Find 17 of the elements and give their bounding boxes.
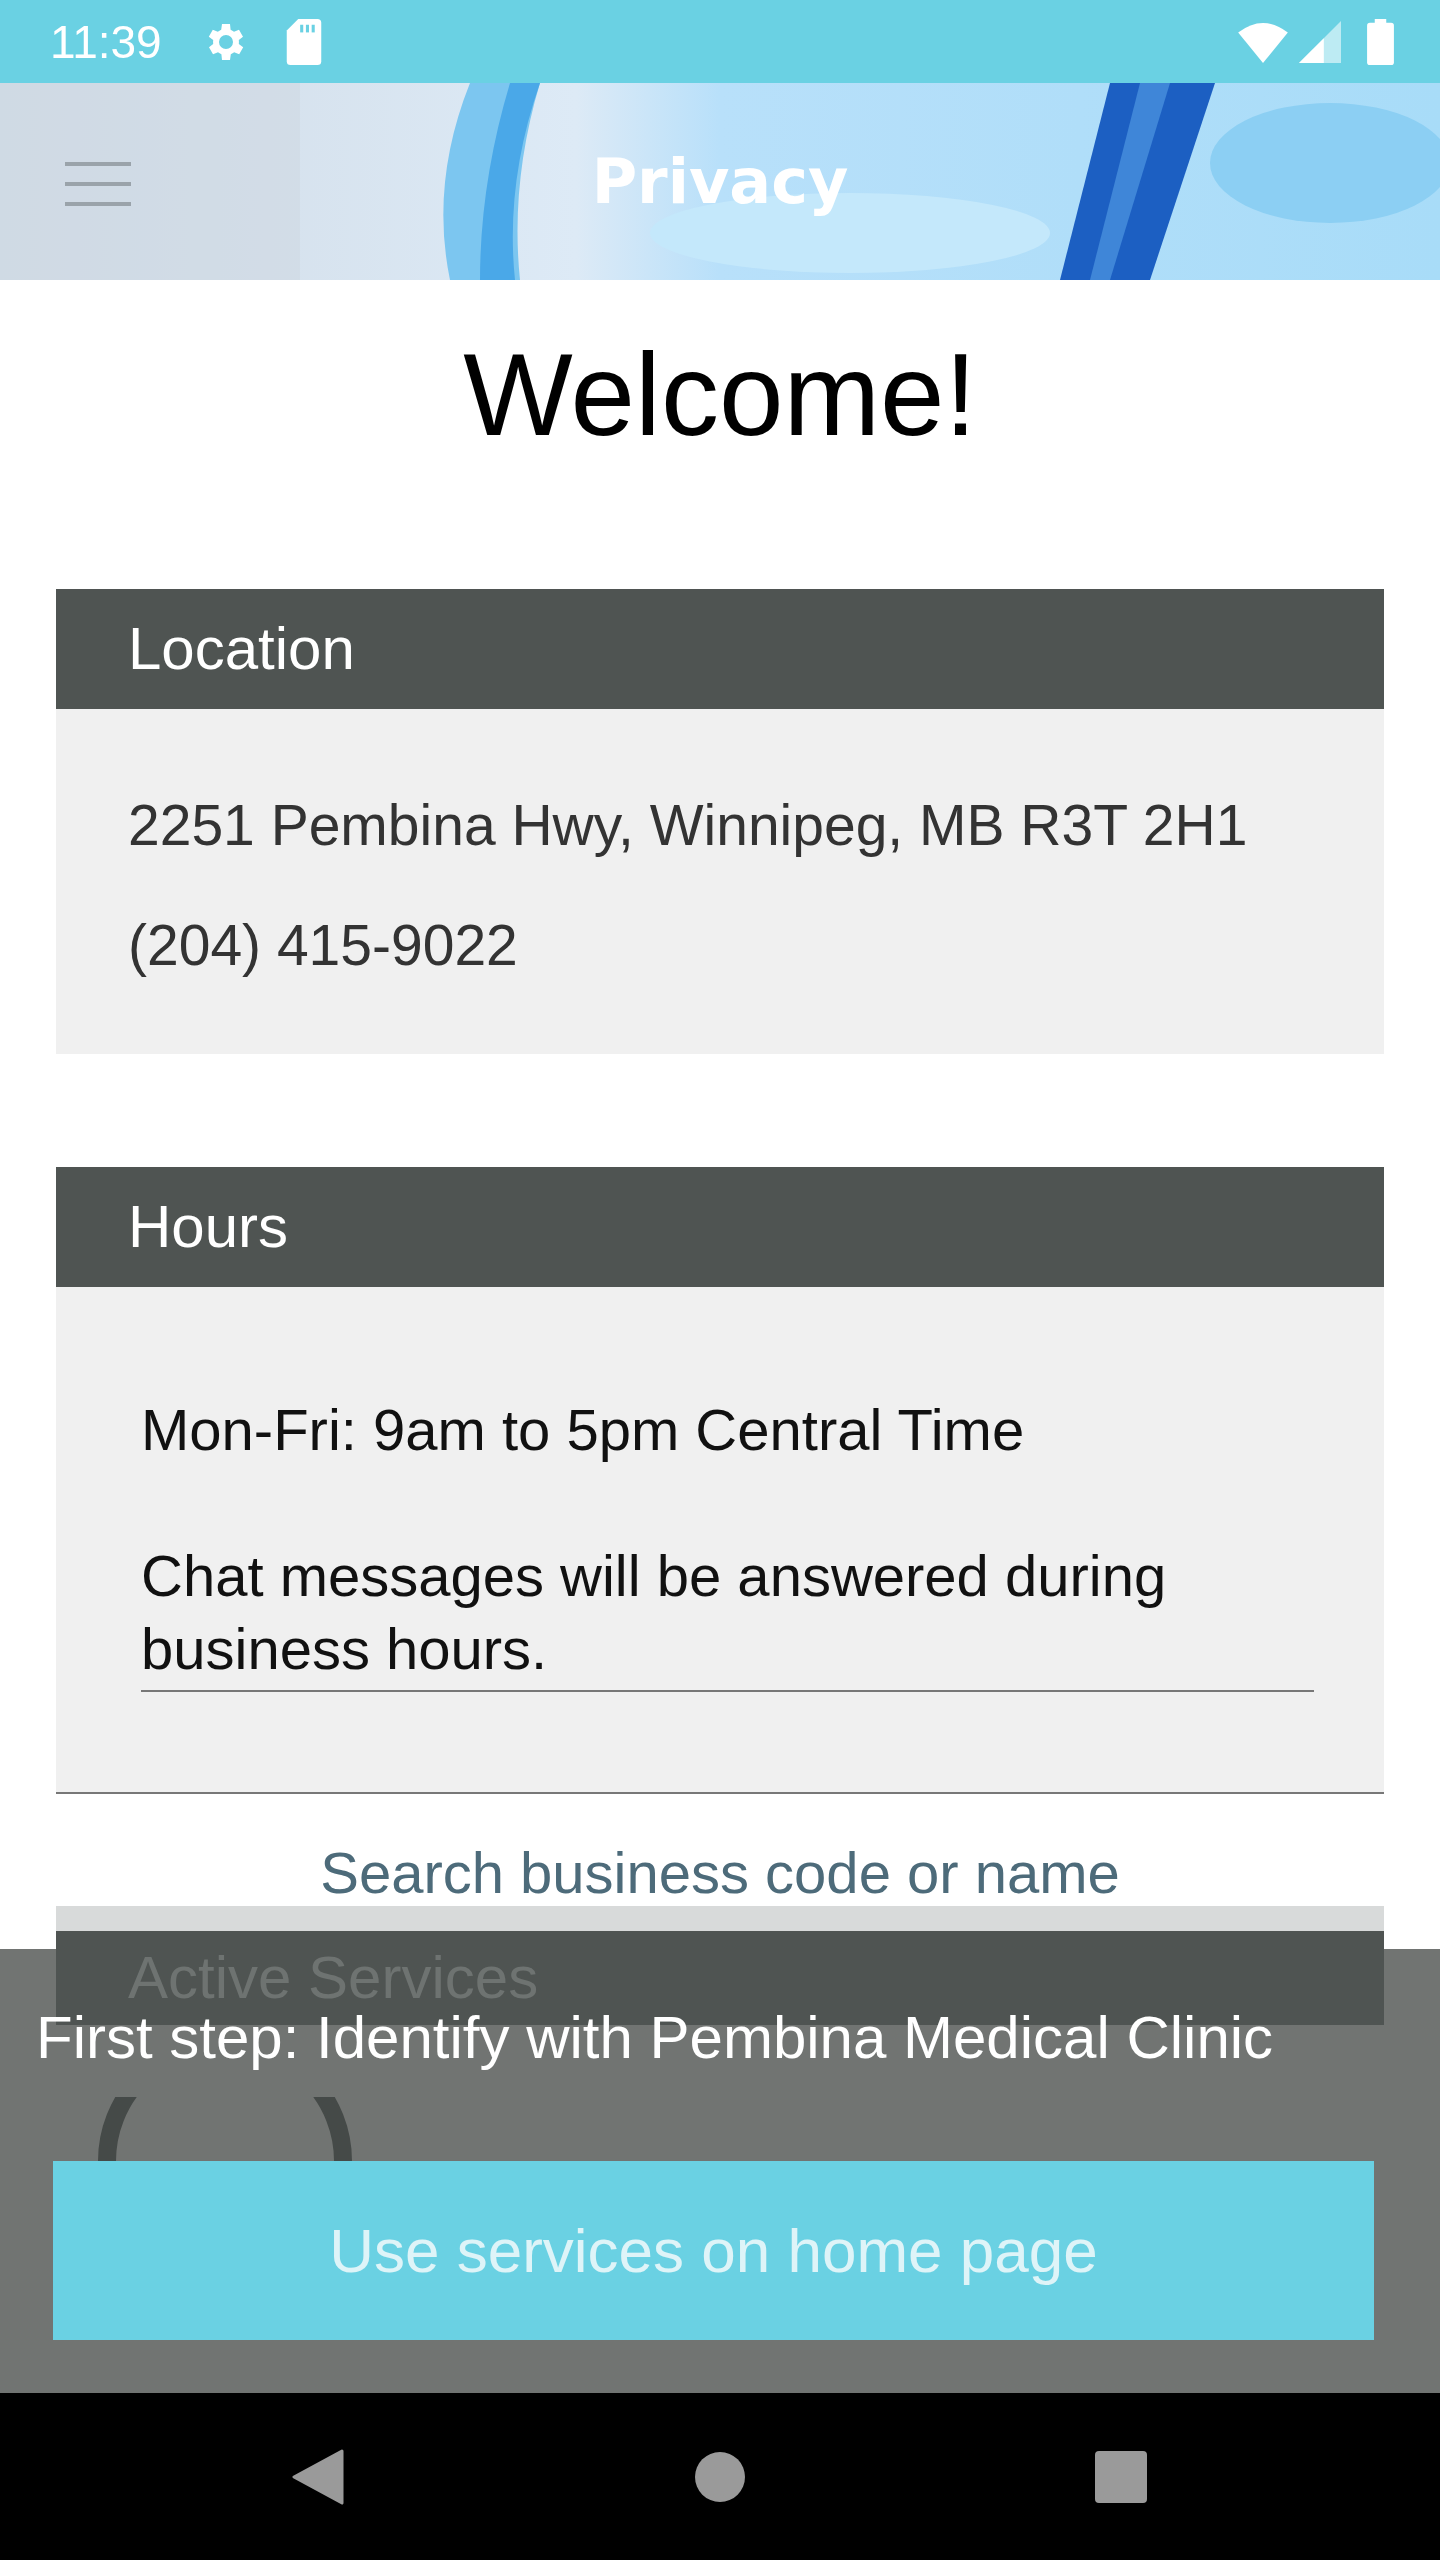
search-link[interactable]: Search business code or name <box>320 1838 1120 1906</box>
wifi-icon <box>1237 20 1289 63</box>
signal-icon <box>1299 20 1341 63</box>
info-text: 2251 Pembina Hwy, Winnipeg, MB R3T 2H1 <box>128 792 1249 859</box>
text-field[interactable]: Mon-Fri: 9am to 5pm Central Time Chat messages will be answered during business hours. <box>141 1393 1314 1692</box>
card-header: Hours <box>56 1167 1384 1287</box>
info-text: (204) 415-9022 <box>128 912 519 979</box>
clock-time: 11:39 <box>50 14 162 69</box>
arc-icon <box>98 2097 352 2161</box>
page-title: Privacy <box>591 145 849 218</box>
card-header: Location <box>56 589 1384 709</box>
sd-card-icon <box>285 18 322 65</box>
welcome-heading: Welcome! <box>462 329 978 462</box>
home-icon[interactable] <box>694 2451 745 2502</box>
battery-icon <box>1367 18 1394 65</box>
square-icon[interactable] <box>1095 2450 1147 2503</box>
back-icon[interactable] <box>292 2448 344 2505</box>
